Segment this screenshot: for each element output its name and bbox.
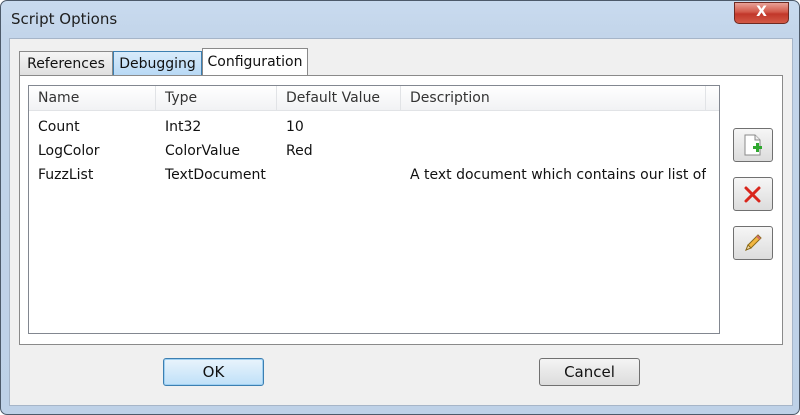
list-row[interactable]: Count Int32 10 xyxy=(29,115,719,139)
column-header-description[interactable]: Description xyxy=(401,86,706,110)
cell-name: Count xyxy=(38,119,80,135)
cell-type: TextDocument xyxy=(165,167,266,183)
edit-pencil-icon xyxy=(745,234,762,251)
cell-description: A text document which contains our list … xyxy=(410,167,706,183)
window-title: Script Options xyxy=(11,10,118,28)
cell-description xyxy=(401,115,706,139)
list-header: Name Type Default Value Description xyxy=(29,86,719,111)
add-document-icon xyxy=(744,134,762,156)
delete-button[interactable] xyxy=(733,177,773,211)
add-button[interactable] xyxy=(733,128,773,162)
close-button[interactable]: X xyxy=(734,2,789,24)
cell-default-value xyxy=(277,163,401,187)
cell-description xyxy=(401,139,706,163)
ok-button[interactable]: OK xyxy=(163,358,264,386)
configuration-list[interactable]: Name Type Default Value Description Coun… xyxy=(28,85,720,334)
cancel-button[interactable]: Cancel xyxy=(539,358,640,386)
cell-type: Int32 xyxy=(165,119,202,135)
column-header-type[interactable]: Type xyxy=(156,86,277,110)
delete-icon xyxy=(744,186,761,203)
dialog-client-area: References Debugging Configuration Name … xyxy=(9,38,793,406)
tab-configuration[interactable]: Configuration xyxy=(202,48,308,76)
list-row[interactable]: LogColor ColorValue Red xyxy=(29,139,719,163)
list-row[interactable]: FuzzList TextDocument A text document wh… xyxy=(29,163,719,187)
edit-button[interactable] xyxy=(733,226,773,260)
title-bar[interactable]: Script Options X xyxy=(1,1,799,37)
tab-debugging[interactable]: Debugging xyxy=(113,51,202,75)
configuration-panel: Name Type Default Value Description Coun… xyxy=(19,75,783,345)
tab-references[interactable]: References xyxy=(19,51,113,75)
close-icon: X xyxy=(756,4,767,20)
column-header-name[interactable]: Name xyxy=(29,86,156,110)
cell-default-value: 10 xyxy=(286,119,304,135)
cell-type: ColorValue xyxy=(165,143,240,159)
cell-default-value: Red xyxy=(286,143,313,159)
cell-name: FuzzList xyxy=(38,167,94,183)
column-header-default-value[interactable]: Default Value xyxy=(277,86,401,110)
script-options-window: Script Options X References Debugging Co… xyxy=(0,0,800,415)
cell-name: LogColor xyxy=(38,143,100,159)
